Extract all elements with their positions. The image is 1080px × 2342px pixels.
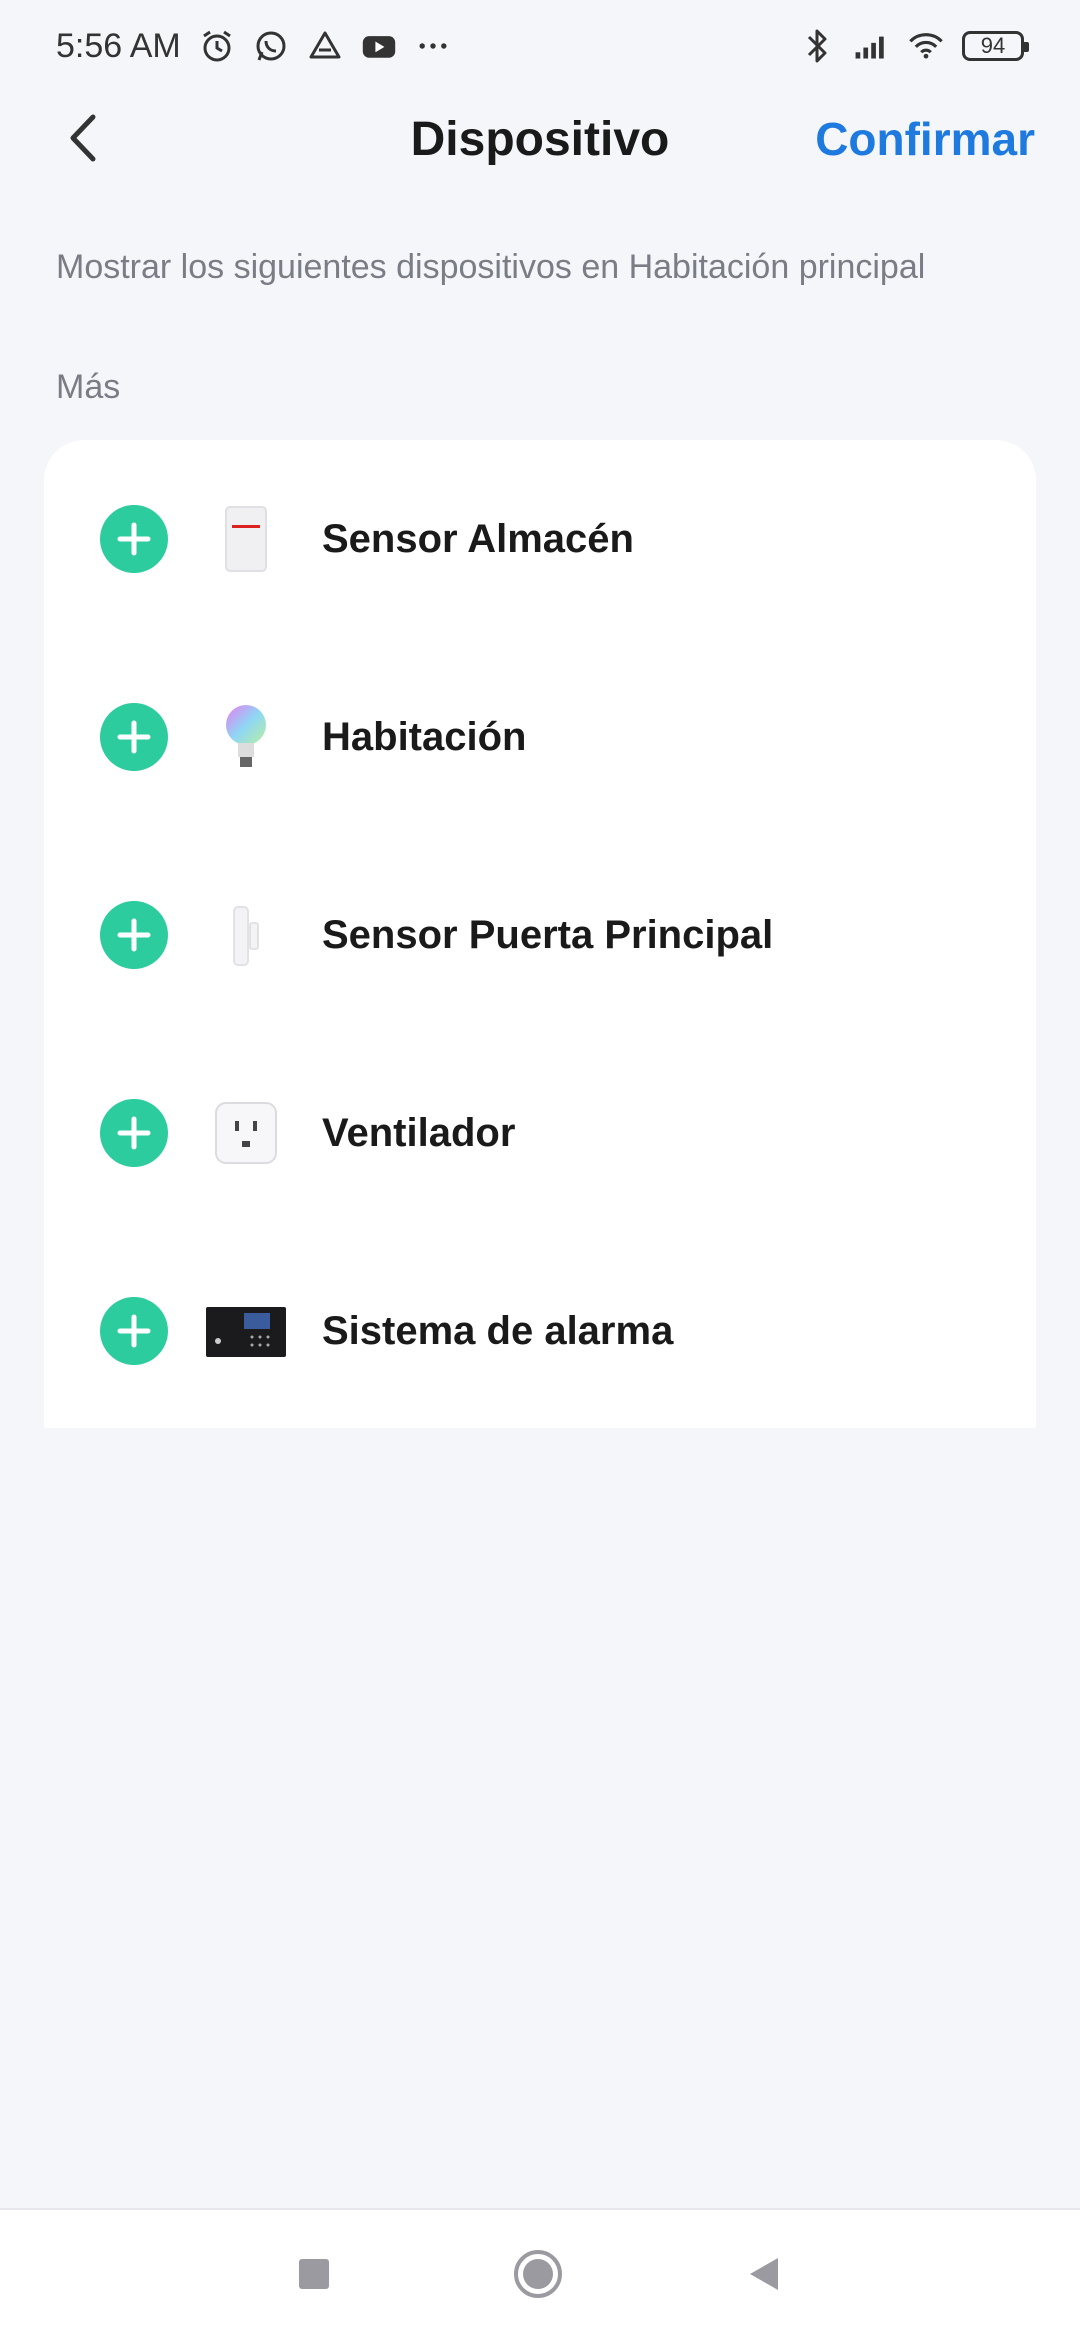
recents-square-icon[interactable] bbox=[296, 2256, 332, 2297]
bluetooth-icon bbox=[800, 28, 836, 64]
list-item[interactable]: Ventilador bbox=[44, 1034, 1036, 1232]
list-item[interactable]: Sensor Puerta Principal bbox=[44, 836, 1036, 1034]
app-header: Dispositivo Confirmar bbox=[0, 92, 1080, 184]
youtube-icon bbox=[361, 28, 397, 64]
device-list-card: Sensor Almacén Habitación Sensor Puerta … bbox=[44, 440, 1036, 1428]
plus-icon bbox=[117, 1116, 151, 1150]
rgb-bulb-icon bbox=[204, 695, 288, 779]
door-sensor-icon bbox=[204, 893, 288, 977]
add-device-button[interactable] bbox=[100, 1297, 168, 1365]
device-name: Habitación bbox=[322, 714, 527, 759]
device-name: Ventilador bbox=[322, 1110, 516, 1155]
add-device-button[interactable] bbox=[100, 703, 168, 771]
add-device-button[interactable] bbox=[100, 1099, 168, 1167]
status-bar: 5:56 AM 94 bbox=[0, 0, 1080, 92]
device-name: Sensor Puerta Principal bbox=[322, 912, 774, 957]
status-time: 5:56 AM bbox=[56, 26, 181, 65]
room-description: Mostrar los siguientes dispositivos en H… bbox=[56, 248, 926, 286]
smart-plug-icon bbox=[204, 1091, 288, 1175]
add-device-button[interactable] bbox=[100, 505, 168, 573]
home-circle-icon[interactable] bbox=[512, 2248, 564, 2305]
plus-icon bbox=[117, 918, 151, 952]
device-name: Sistema de alarma bbox=[322, 1308, 674, 1353]
list-item[interactable]: Habitación bbox=[44, 638, 1036, 836]
alarm-panel-icon bbox=[204, 1289, 288, 1373]
confirm-button[interactable]: Confirmar bbox=[815, 112, 1035, 166]
drive-icon bbox=[307, 28, 343, 64]
wifi-icon bbox=[908, 28, 944, 64]
battery-level: 94 bbox=[980, 33, 1006, 58]
alarm-icon bbox=[199, 28, 235, 64]
list-item[interactable]: Sistema de alarma bbox=[44, 1232, 1036, 1430]
plus-icon bbox=[117, 720, 151, 754]
battery-icon: 94 bbox=[962, 31, 1029, 61]
motion-sensor-icon bbox=[204, 497, 288, 581]
signal-icon bbox=[854, 28, 890, 64]
plus-icon bbox=[117, 522, 151, 556]
device-name: Sensor Almacén bbox=[322, 516, 634, 561]
list-item[interactable]: Sensor Almacén bbox=[44, 440, 1036, 638]
plus-icon bbox=[117, 1314, 151, 1348]
whatsapp-icon bbox=[253, 28, 289, 64]
more-dots-icon bbox=[415, 28, 451, 64]
add-device-button[interactable] bbox=[100, 901, 168, 969]
section-label-more: Más bbox=[56, 368, 121, 406]
system-nav-bar bbox=[0, 2208, 1080, 2342]
back-triangle-icon[interactable] bbox=[744, 2254, 784, 2299]
